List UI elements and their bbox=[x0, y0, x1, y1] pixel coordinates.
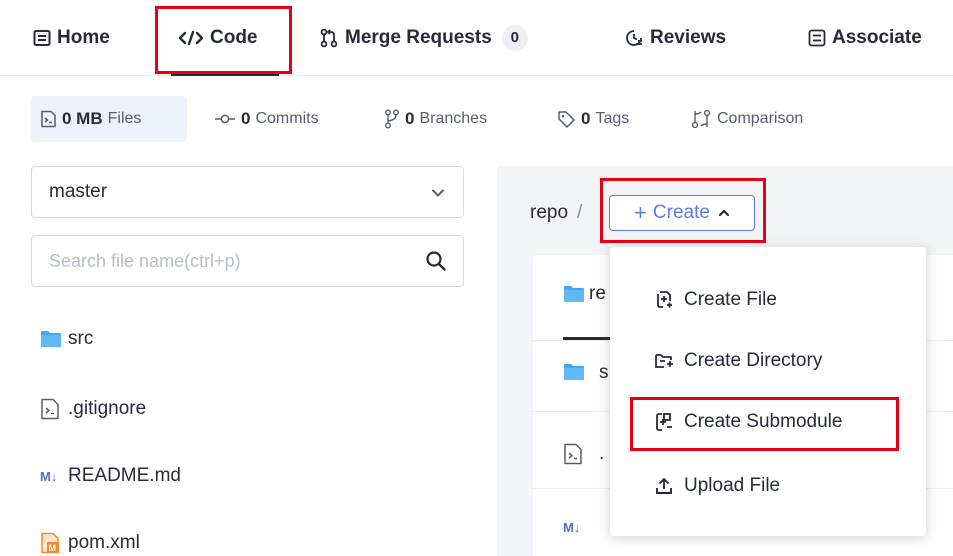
create-submodule-icon bbox=[654, 412, 684, 432]
file-size-icon bbox=[40, 110, 57, 128]
tree-item-src[interactable]: src bbox=[40, 324, 93, 354]
card-tab-label: re bbox=[589, 283, 606, 304]
svg-text:M↓: M↓ bbox=[40, 469, 57, 483]
stat-files-label: Files bbox=[107, 110, 142, 127]
menu-item-label: Create Directory bbox=[684, 350, 823, 371]
branch-select[interactable]: master bbox=[31, 166, 464, 218]
chevron-down-icon bbox=[431, 184, 445, 206]
plus-icon: + bbox=[634, 200, 647, 225]
merge-request-icon bbox=[319, 28, 339, 48]
markdown-icon: M↓ bbox=[40, 469, 68, 483]
folder-icon bbox=[563, 363, 585, 381]
menu-item-create-directory[interactable]: Create Directory bbox=[610, 336, 926, 386]
branch-select-value: master bbox=[49, 181, 108, 202]
card-tab-repo[interactable]: re bbox=[563, 283, 606, 305]
merge-requests-count-badge: 0 bbox=[501, 25, 528, 51]
tree-item-pom[interactable]: M pom.xml bbox=[40, 528, 140, 556]
chevron-up-icon bbox=[718, 208, 730, 218]
code-icon bbox=[178, 30, 204, 46]
nav-tab-merge-requests-label: Merge Requests bbox=[345, 27, 492, 48]
stat-tags[interactable]: 0 Tags bbox=[557, 96, 629, 142]
breadcrumb-repo[interactable]: repo bbox=[530, 202, 568, 224]
stat-branches-value: 0 bbox=[405, 109, 415, 128]
nav-tab-code-label: Code bbox=[210, 27, 258, 48]
folder-icon bbox=[563, 285, 585, 303]
tree-item-label: README.md bbox=[68, 465, 181, 486]
upload-icon bbox=[654, 476, 684, 496]
nav-tab-home[interactable]: Home bbox=[33, 0, 110, 76]
create-button-label: Create bbox=[652, 202, 710, 223]
markdown-icon: M↓ bbox=[563, 520, 589, 534]
tag-icon bbox=[557, 110, 576, 129]
tree-item-gitignore[interactable]: .gitignore bbox=[40, 394, 146, 424]
tree-item-readme[interactable]: M↓ README.md bbox=[40, 461, 181, 491]
stat-commits-value: 0 bbox=[241, 109, 251, 128]
stat-commits[interactable]: 0 Commits bbox=[214, 96, 319, 142]
file-icon bbox=[40, 398, 68, 420]
file-icon bbox=[563, 443, 583, 465]
tree-item-label: pom.xml bbox=[68, 532, 140, 553]
comparison-icon bbox=[690, 109, 712, 129]
stat-files[interactable]: 0 MB Files bbox=[31, 96, 187, 142]
home-icon bbox=[33, 29, 51, 47]
commit-icon bbox=[214, 113, 236, 125]
file-search-box bbox=[31, 235, 464, 287]
nav-tab-merge-requests[interactable]: Merge Requests 0 bbox=[319, 0, 528, 76]
nav-tab-associated-label: Associate bbox=[832, 27, 922, 48]
branch-icon bbox=[384, 109, 400, 129]
file-search-input[interactable] bbox=[32, 236, 392, 286]
svg-text:M: M bbox=[49, 543, 57, 553]
tree-item-label: .gitignore bbox=[68, 398, 147, 419]
stat-comparison[interactable]: Comparison bbox=[690, 96, 803, 142]
stat-tags-value: 0 bbox=[581, 109, 591, 128]
card-row-name[interactable]: s bbox=[599, 362, 609, 384]
stat-files-value: 0 MB bbox=[62, 109, 103, 128]
folder-icon bbox=[40, 330, 68, 348]
stat-branches-label: Branches bbox=[419, 110, 488, 127]
svg-text:M↓: M↓ bbox=[563, 520, 580, 534]
associated-icon bbox=[808, 29, 826, 47]
stat-branches[interactable]: 0 Branches bbox=[384, 96, 487, 142]
create-directory-icon bbox=[654, 352, 684, 370]
nav-tab-code[interactable]: Code bbox=[178, 0, 258, 76]
maven-icon: M bbox=[40, 532, 68, 554]
stat-tags-label: Tags bbox=[595, 110, 630, 127]
menu-item-label: Create File bbox=[684, 289, 777, 310]
card-row-name[interactable]: . bbox=[599, 443, 604, 465]
menu-item-upload-file[interactable]: Upload File bbox=[610, 461, 926, 511]
create-file-icon bbox=[654, 290, 684, 310]
menu-item-label: Upload File bbox=[684, 475, 781, 496]
nav-tab-home-label: Home bbox=[57, 27, 110, 48]
tree-item-label: src bbox=[68, 328, 94, 349]
active-tab-indicator bbox=[171, 73, 279, 76]
repo-stats-bar: 0 MB Files 0 Commits 0 Branches 0 Tags C… bbox=[0, 96, 953, 142]
create-button[interactable]: + Create bbox=[609, 195, 755, 231]
breadcrumb-separator: / bbox=[577, 202, 583, 223]
menu-item-label: Create Submodule bbox=[684, 411, 843, 432]
menu-item-create-submodule[interactable]: Create Submodule bbox=[610, 397, 926, 447]
nav-tab-reviews[interactable]: Reviews bbox=[624, 0, 726, 76]
menu-item-create-file[interactable]: Create File bbox=[610, 275, 926, 325]
nav-tab-associated[interactable]: Associate bbox=[808, 0, 922, 76]
create-dropdown-menu: Create File Create Directory Create Subm… bbox=[610, 247, 926, 536]
nav-tab-reviews-label: Reviews bbox=[650, 27, 727, 48]
stat-comparison-label: Comparison bbox=[717, 110, 804, 127]
search-icon[interactable] bbox=[425, 250, 447, 277]
stat-commits-label: Commits bbox=[255, 110, 319, 127]
reviews-icon bbox=[624, 28, 644, 48]
repo-top-nav: Home Code Merge Requests 0 Reviews Assoc… bbox=[0, 0, 953, 76]
breadcrumb: repo / bbox=[530, 195, 582, 231]
